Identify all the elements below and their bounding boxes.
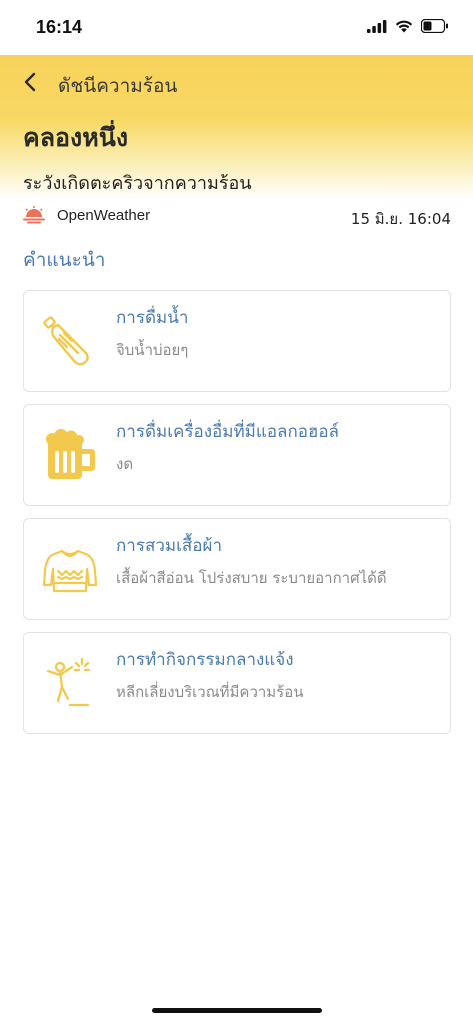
sunset-icon	[23, 206, 45, 224]
advice-title: การสวมเสื้อผ้า	[116, 536, 223, 556]
advice-title: การทำกิจกรรมกลางแจ้ง	[116, 650, 294, 670]
status-icons	[367, 19, 449, 33]
wifi-icon	[395, 20, 413, 32]
battery-icon	[421, 19, 448, 33]
heat-level-description: ระวังเกิดตะคริวจากความร้อน	[23, 173, 252, 194]
back-button[interactable]	[18, 69, 42, 95]
header: ดัชนีความร้อน คลองหนึ่ง ระวังเกิดตะคริวจ…	[0, 55, 473, 200]
beer-mug-icon	[46, 429, 95, 479]
source-row: OpenWeather 15 มิ.ย. 16:04	[23, 205, 451, 229]
advice-description: จิบน้ำบ่อยๆ	[116, 341, 189, 359]
advice-card-water[interactable]: การดื่มน้ำ จิบน้ำบ่อยๆ	[23, 290, 451, 392]
advice-card-clothing[interactable]: การสวมเสื้อผ้า เสื้อผ้าสีอ่อน โปร่งสบาย …	[23, 518, 451, 620]
home-indicator[interactable]	[152, 1008, 322, 1013]
source-timestamp: 15 มิ.ย. 16:04	[350, 210, 451, 228]
water-bottle-icon	[43, 316, 89, 366]
sweater-icon	[42, 549, 98, 593]
advice-title: การดื่มน้ำ	[116, 308, 189, 328]
advice-description: เสื้อผ้าสีอ่อน โปร่งสบาย ระบายอากาศได้ดี	[116, 569, 387, 587]
status-time: 16:14	[36, 17, 83, 37]
advice-description: หลีกเลี่ยงบริเวณที่มีความร้อน	[116, 683, 304, 701]
section-title: คำแนะนำ	[23, 249, 106, 271]
person-sun-icon	[46, 657, 91, 707]
nav-title: ดัชนีความร้อน	[58, 75, 178, 97]
advice-title: การดื่มเครื่องอื่มที่มีแอลกอฮอล์	[116, 422, 339, 442]
signal-icon	[367, 19, 387, 33]
status-bar: 16:14	[0, 0, 473, 55]
chevron-left-icon	[24, 72, 36, 92]
advice-card-alcohol[interactable]: การดื่มเครื่องอื่มที่มีแอลกอฮอล์ งด	[23, 404, 451, 506]
heat-level-title: คลองหนึ่ง	[23, 123, 129, 152]
source-name: OpenWeather	[57, 207, 151, 224]
advice-card-outdoor[interactable]: การทำกิจกรรมกลางแจ้ง หลีกเลี่ยงบริเวณที่…	[23, 632, 451, 734]
advice-description: งด	[116, 455, 134, 473]
